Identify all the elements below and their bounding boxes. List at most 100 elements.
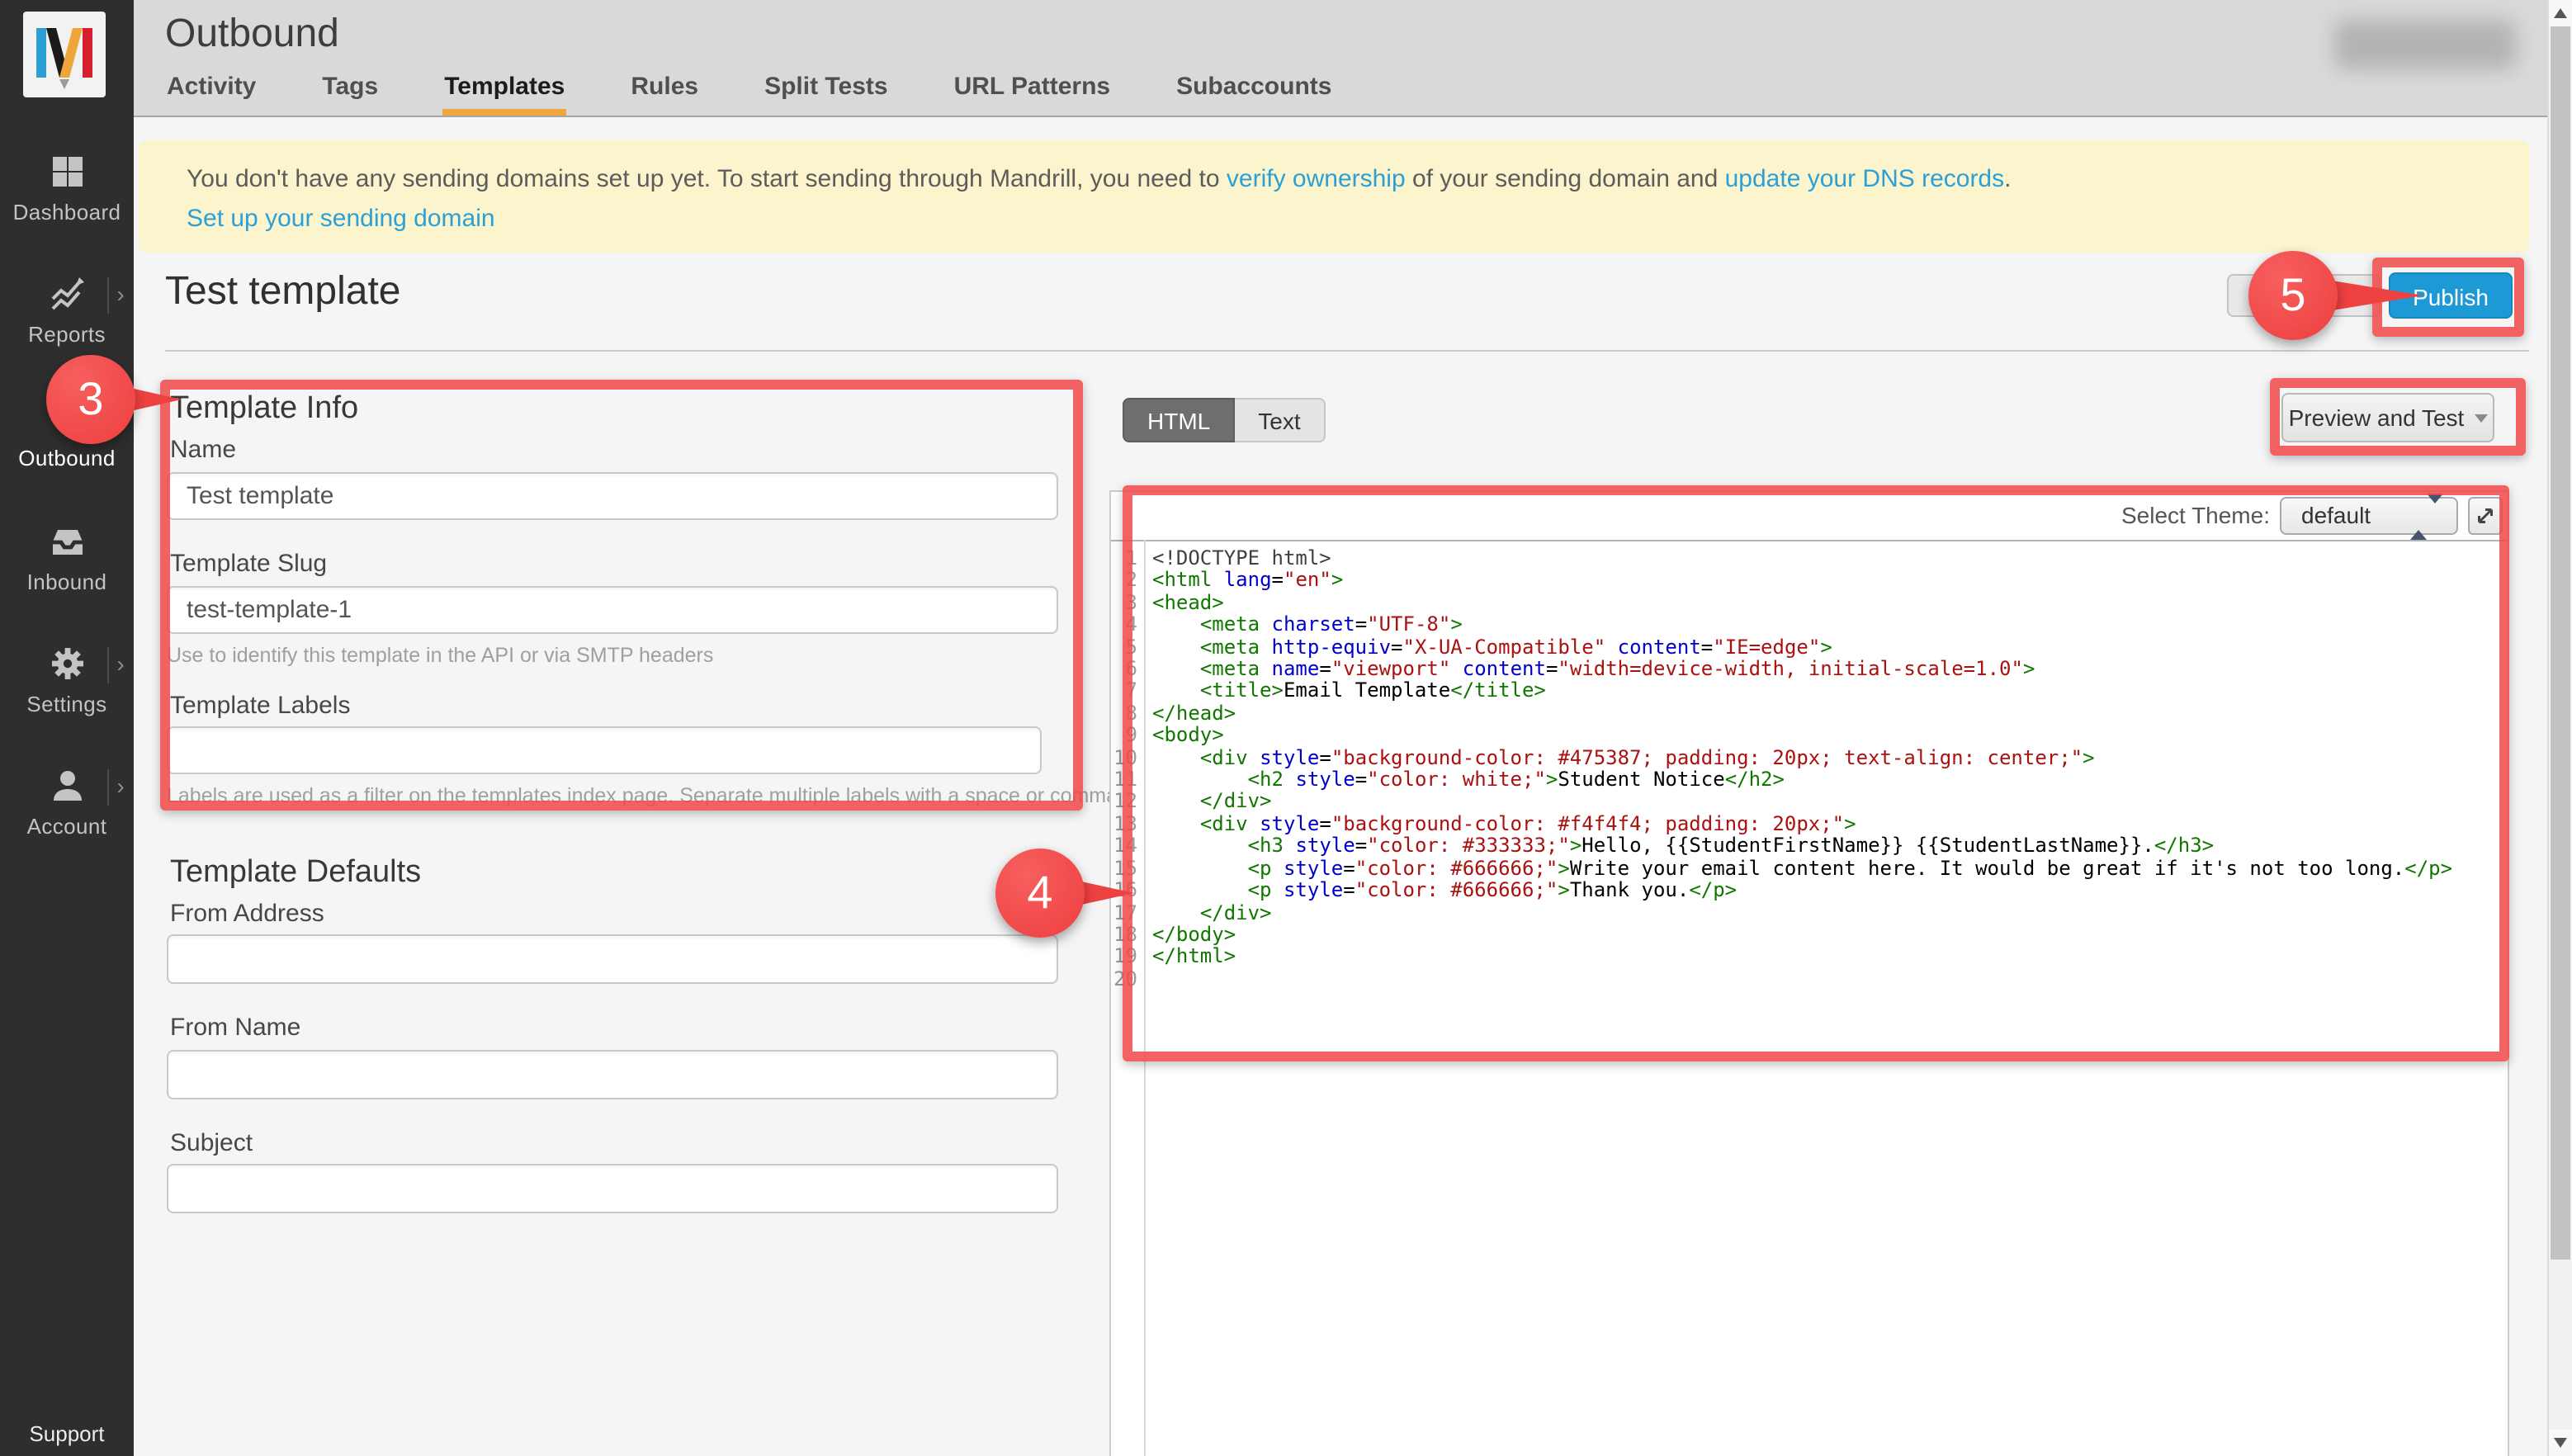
chevron-right-icon: › [107, 769, 132, 806]
code-line: 6 <meta name="viewport" content="width=d… [1111, 659, 2508, 681]
inbound-tray-icon [0, 522, 134, 563]
from-address-label: From Address [170, 900, 324, 928]
fullscreen-editor-button[interactable] [2468, 497, 2503, 535]
setup-sending-domain-link[interactable]: Set up your sending domain [187, 205, 495, 233]
name-input[interactable] [167, 472, 1058, 520]
banner-text: . [2004, 165, 2011, 193]
line-number: 18 [1111, 924, 1144, 947]
code-editor-panel: Select Theme: default 1<!DOCTYPE html>2<… [1109, 490, 2509, 1456]
text-tab[interactable]: Text [1235, 398, 1325, 442]
line-number: 14 [1111, 836, 1144, 858]
page-scrollbar[interactable] [2547, 0, 2572, 1456]
screenshot-root: You don't have any sending domains set u… [0, 0, 2572, 1456]
template-labels-input[interactable] [167, 726, 1042, 774]
line-number: 2 [1111, 570, 1144, 593]
code-line: 12 </div> [1111, 792, 2508, 814]
template-labels-help: Labels are used as a filter on the templ… [167, 784, 1123, 807]
line-number: 6 [1111, 659, 1144, 681]
code-line: 11 <h2 style="color: white;">Student Not… [1111, 769, 2508, 792]
line-number: 13 [1111, 814, 1144, 836]
code-line: 3<head> [1111, 593, 2508, 615]
line-number: 8 [1111, 703, 1144, 726]
scrollbar-down-arrow[interactable] [2549, 1430, 2572, 1456]
line-number: 12 [1111, 792, 1144, 814]
banner-text: of your sending domain and [1406, 165, 1725, 193]
template-labels-label: Template Labels [170, 692, 350, 720]
sidebar-item-dashboard[interactable]: Dashboard [0, 152, 134, 225]
line-number: 15 [1111, 858, 1144, 880]
tab-templates[interactable]: Templates [442, 73, 566, 116]
from-name-label: From Name [170, 1014, 300, 1042]
sidebar-item-account[interactable]: Account › [0, 766, 134, 839]
html-code-editor[interactable]: 1<!DOCTYPE html>2<html lang="en">3<head>… [1111, 540, 2508, 1456]
line-number: 19 [1111, 947, 1144, 969]
subject-input[interactable] [167, 1164, 1058, 1213]
tab-split-tests[interactable]: Split Tests [763, 73, 890, 116]
support-link[interactable]: Support [0, 1421, 134, 1446]
banner-line2: Set up your sending domain [187, 200, 2529, 239]
name-label: Name [170, 436, 236, 464]
app-sidebar: Dashboard Reports › Outbound Inbound Settings… [0, 0, 134, 1456]
title-divider [165, 350, 2529, 352]
code-line: 18</body> [1111, 924, 2508, 947]
editor-topbar: Select Theme: default [1111, 492, 2508, 541]
line-number: 16 [1111, 880, 1144, 902]
mandrill-logo[interactable] [23, 12, 106, 97]
tab-subaccounts[interactable]: Subaccounts [1175, 73, 1333, 116]
tab-tags[interactable]: Tags [320, 73, 380, 116]
code-line: 9<body> [1111, 726, 2508, 748]
code-line: 8</head> [1111, 703, 2508, 726]
sidebar-item-inbound[interactable]: Inbound [0, 522, 134, 594]
code-line: 17 </div> [1111, 902, 2508, 924]
section-title: Outbound [165, 12, 339, 58]
expand-diagonal-icon [2473, 503, 2498, 528]
sidebar-item-reports[interactable]: Reports › [0, 274, 134, 347]
from-address-input[interactable] [167, 934, 1058, 984]
preview-and-test-button[interactable]: Preview and Test [2281, 393, 2494, 442]
subject-label: Subject [170, 1129, 253, 1157]
sidebar-item-label: Reports [0, 322, 134, 347]
code-line: 4 <meta charset="UTF-8"> [1111, 614, 2508, 636]
code-line: 14 <h3 style="color: #333333;">Hello, {{… [1111, 836, 2508, 858]
code-lines: 1<!DOCTYPE html>2<html lang="en">3<head>… [1111, 548, 2508, 990]
code-line: 19</html> [1111, 947, 2508, 969]
sidebar-item-label: Dashboard [0, 200, 134, 225]
sidebar-item-label: Inbound [0, 570, 134, 594]
account-name-redacted[interactable] [2334, 20, 2516, 69]
tab-activity[interactable]: Activity [165, 73, 258, 116]
sidebar-item-label: Outbound [0, 446, 134, 470]
editor-mode-toggle: HTML Text [1123, 398, 1326, 442]
code-line: 1<!DOCTYPE html> [1111, 548, 2508, 570]
template-defaults-heading: Template Defaults [170, 855, 421, 891]
scrollbar-up-arrow[interactable] [2549, 0, 2572, 26]
theme-select-dropdown[interactable]: default [2280, 497, 2458, 535]
update-dns-records-link[interactable]: update your DNS records [1725, 165, 2005, 193]
code-line: 20 [1111, 968, 2508, 990]
sidebar-item-outbound[interactable]: Outbound [0, 398, 134, 470]
main-content: You don't have any sending domains set u… [134, 117, 2547, 1456]
publish-button[interactable]: Publish [2389, 272, 2513, 319]
verify-ownership-link[interactable]: verify ownership [1227, 165, 1406, 193]
banner-line1: You don't have any sending domains set u… [187, 160, 2529, 200]
select-theme-label: Select Theme: [2121, 502, 2270, 528]
scrollbar-thumb[interactable] [2551, 26, 2570, 1260]
line-number: 4 [1111, 614, 1144, 636]
template-slug-help: Use to identify this template in the API… [167, 644, 713, 667]
code-line: 5 <meta http-equiv="X-UA-Compatible" con… [1111, 636, 2508, 659]
sidebar-item-label: Settings [0, 692, 134, 716]
tab-rules[interactable]: Rules [629, 73, 700, 116]
sidebar-item-settings[interactable]: Settings› [0, 644, 134, 716]
tab-url-patterns[interactable]: URL Patterns [953, 73, 1113, 116]
code-line: 15 <p style="color: #666666;">Write your… [1111, 858, 2508, 880]
secondary-action-button[interactable] [2227, 274, 2381, 317]
template-slug-input[interactable] [167, 586, 1058, 634]
sidebar-item-label: Account [0, 814, 134, 839]
html-tab[interactable]: HTML [1123, 398, 1235, 442]
from-name-input[interactable] [167, 1050, 1058, 1099]
template-info-heading: Template Info [170, 391, 358, 428]
dashboard-grid-icon [0, 152, 134, 193]
line-number: 10 [1111, 747, 1144, 769]
code-line: 2<html lang="en"> [1111, 570, 2508, 593]
chevron-right-icon: › [107, 277, 132, 314]
chevron-down-icon [2474, 414, 2487, 423]
